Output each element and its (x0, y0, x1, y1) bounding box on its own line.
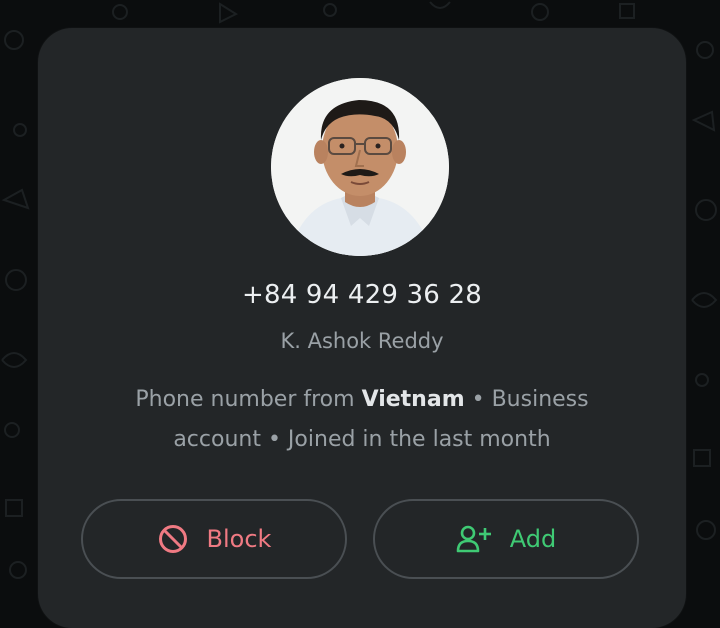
block-icon (157, 523, 189, 555)
contact-card: +84 94 429 36 28 K. Ashok Reddy Phone nu… (38, 28, 686, 628)
phone-number: +84 94 429 36 28 (241, 280, 482, 310)
block-label: Block (206, 525, 272, 553)
avatar[interactable] (271, 78, 449, 256)
add-contact-icon (456, 524, 492, 554)
add-label: Add (509, 525, 557, 553)
avatar-photo (271, 78, 449, 256)
info-country: Vietnam (361, 387, 465, 412)
info-prefix: Phone number from (135, 387, 362, 412)
block-button[interactable]: Block (81, 499, 347, 579)
profile-name: K. Ashok Reddy (280, 329, 444, 353)
add-contact-button[interactable]: Add (373, 499, 639, 579)
contact-info: Phone number from Vietnam • Business acc… (112, 380, 612, 460)
